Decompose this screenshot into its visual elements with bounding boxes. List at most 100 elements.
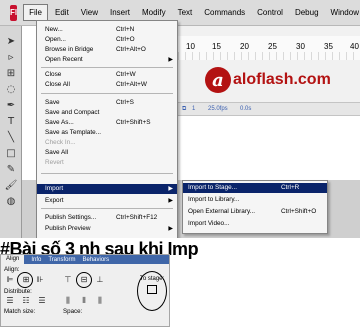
to-stage-button[interactable]: To stage: — [137, 271, 167, 311]
import-submenu: Import to Stage... Ctrl+R Import to Libra… — [182, 180, 328, 234]
tab-info[interactable]: Info — [31, 257, 41, 263]
subselect-tool-icon[interactable]: ▹ — [4, 50, 18, 64]
menu-import-video[interactable]: Import Video... — [183, 219, 327, 229]
menu-window[interactable]: Window — [326, 5, 360, 20]
transform-tool-icon[interactable]: ⊞ — [4, 66, 18, 80]
distribute-right-icon[interactable]: ⫼ — [95, 296, 105, 306]
menu-item-label: Check In... — [45, 139, 76, 146]
menu-import[interactable]: Import ▶ — [37, 184, 177, 194]
menu-separator — [41, 67, 173, 68]
watermark: a aloflash.com — [205, 63, 355, 97]
menu-control[interactable]: Control — [252, 5, 288, 20]
frame-ticks — [178, 52, 360, 60]
menu-close-all[interactable]: Close All Ctrl+Alt+W — [37, 80, 177, 90]
line-tool-icon[interactable]: ╲ — [4, 130, 18, 144]
menu-commands[interactable]: Commands — [199, 5, 250, 20]
ink-bottle-tool-icon[interactable]: ◍ — [4, 194, 18, 208]
tab-behaviors[interactable]: Behaviors — [82, 257, 109, 263]
menu-item-label: Import Video... — [188, 220, 230, 227]
menu-insert[interactable]: Insert — [105, 5, 135, 20]
timeline-status: ⧉ 1 25.0fps 0.0s — [178, 102, 360, 116]
menu-item-shortcut: Ctrl+Shift+F12 — [116, 214, 158, 221]
menu-import-to-stage[interactable]: Import to Stage... Ctrl+R — [183, 183, 327, 193]
menu-save-and-compact[interactable]: Save and Compact — [37, 108, 177, 118]
menu-publish-preview[interactable]: Publish Preview ▶ — [37, 224, 177, 234]
menu-debug[interactable]: Debug — [290, 5, 324, 20]
align-label: Align: — [4, 266, 20, 273]
menu-save-all[interactable]: Save All — [37, 148, 177, 158]
menu-item-label: Close — [45, 71, 62, 78]
menu-item-shortcut: Ctrl+Alt+O — [116, 46, 146, 53]
menu-import-to-library[interactable]: Import to Library... — [183, 195, 327, 205]
menu-view[interactable]: View — [76, 5, 103, 20]
flash-logo-icon: Fl — [10, 4, 18, 21]
menu-edit[interactable]: Edit — [50, 5, 74, 20]
menu-item-shortcut: Ctrl+Shift+O — [281, 208, 317, 215]
menu-separator — [41, 93, 173, 94]
menu-item-shortcut: Ctrl+Shift+S — [116, 119, 151, 126]
menu-item-label: Export — [45, 197, 64, 204]
menu-revert: Revert — [37, 158, 177, 168]
menu-export[interactable]: Export ▶ — [37, 196, 177, 206]
pencil-tool-icon[interactable]: ✎ — [4, 162, 18, 176]
menu-item-label: Import to Library... — [188, 196, 240, 203]
distribute-top-icon[interactable]: ☰ — [5, 296, 15, 306]
menu-item-label: Open External Library... — [188, 208, 256, 215]
menu-text[interactable]: Text — [173, 5, 198, 20]
to-stage-label: To stage: — [139, 276, 165, 282]
menu-browse-in-bridge[interactable]: Browse in Bridge Ctrl+Alt+O — [37, 45, 177, 55]
align-left-icon[interactable]: ⊫ — [5, 275, 15, 285]
menu-save-as[interactable]: Save As... Ctrl+Shift+S — [37, 118, 177, 128]
menu-file[interactable]: File — [23, 4, 48, 21]
ruler-label: 35 — [324, 42, 333, 51]
menu-item-label: Open... — [45, 36, 66, 43]
menu-close[interactable]: Close Ctrl+W — [37, 70, 177, 80]
text-tool-icon[interactable]: T — [4, 114, 18, 128]
rectangle-tool-icon[interactable]: □ — [4, 146, 18, 160]
tab-align[interactable]: Align — [1, 255, 25, 264]
align-right-icon[interactable]: ⊪ — [35, 275, 45, 285]
menu-open[interactable]: Open... Ctrl+O — [37, 35, 177, 45]
submenu-arrow-icon: ▶ — [168, 186, 173, 192]
menu-save[interactable]: Save Ctrl+S — [37, 98, 177, 108]
onion-skin-icon[interactable]: ⧉ — [182, 106, 186, 113]
menu-separator — [41, 173, 173, 174]
lasso-tool-icon[interactable]: ◌ — [4, 82, 18, 96]
align-top-icon[interactable]: ⊤ — [63, 275, 73, 285]
arrow-tool-icon[interactable]: ➤ — [4, 34, 18, 48]
menu-item-label: Save as Template... — [45, 129, 102, 136]
distribute-label: Distribute: — [4, 288, 32, 295]
menu-item-label: Save All — [45, 149, 69, 156]
menu-item-label: Close All — [45, 81, 70, 88]
submenu-arrow-icon: ▶ — [168, 198, 173, 204]
distribute-vcenter-icon[interactable]: ☷ — [21, 296, 31, 306]
menu-new[interactable]: New... Ctrl+N — [37, 25, 177, 35]
menu-item-label: New... — [45, 26, 63, 33]
highlight-circle — [17, 272, 33, 288]
panel-tabs: Align Info Transform Behaviors — [1, 255, 169, 264]
align-bottom-icon[interactable]: ⊥ — [95, 275, 105, 285]
menu-modify[interactable]: Modify — [137, 5, 171, 20]
menu-save-as-template[interactable]: Save as Template... — [37, 128, 177, 138]
tab-transform[interactable]: Transform — [48, 257, 75, 263]
match-size-label: Match size: — [4, 308, 36, 315]
distribute-left-icon[interactable]: ⫼ — [63, 296, 73, 306]
distribute-bottom-icon[interactable]: ☰ — [37, 296, 47, 306]
menu-item-shortcut: Ctrl+Alt+W — [116, 81, 147, 88]
brush-tool-icon[interactable]: 🖌 — [4, 178, 18, 192]
menu-publish-settings[interactable]: Publish Settings... Ctrl+Shift+F12 — [37, 213, 177, 223]
submenu-arrow-icon: ▶ — [168, 57, 173, 63]
menu-separator — [41, 208, 173, 209]
menu-open-recent[interactable]: Open Recent ▶ — [37, 55, 177, 65]
menu-item-shortcut: Ctrl+N — [116, 26, 135, 33]
pen-tool-icon[interactable]: ✒ — [4, 98, 18, 112]
menu-item-label: Publish Settings... — [45, 214, 97, 221]
ruler-label: 40 — [350, 42, 359, 51]
align-panel: Align Info Transform Behaviors Align: ⊫ … — [0, 254, 170, 327]
menu-item-label: Import — [45, 185, 64, 192]
menu-open-external-library[interactable]: Open External Library... Ctrl+Shift+O — [183, 207, 327, 217]
menu-item-label: Browse in Bridge — [45, 46, 94, 53]
distribute-hcenter-icon[interactable]: ⦀ — [79, 296, 89, 306]
file-menu: New... Ctrl+N Open... Ctrl+O Browse in Bri… — [36, 20, 178, 242]
menu-item-shortcut: Ctrl+W — [116, 71, 136, 78]
